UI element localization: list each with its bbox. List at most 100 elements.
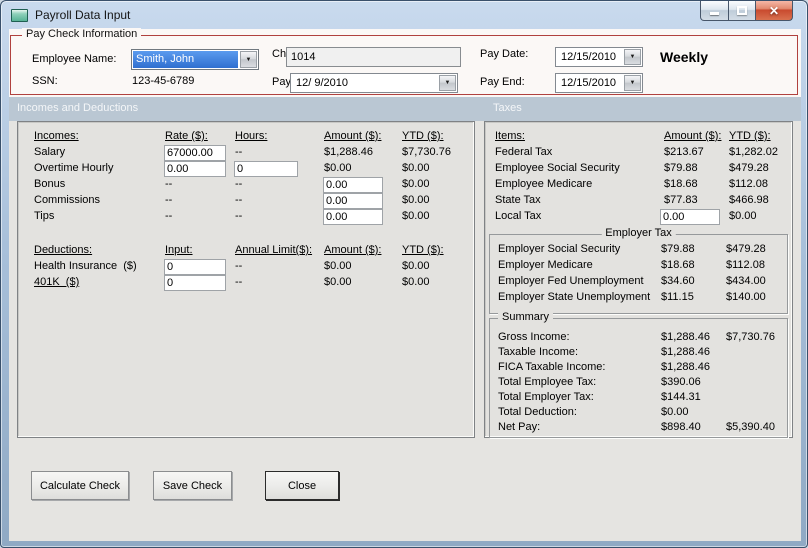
summary-row-taxable-income: Taxable Income: $1,288.46 [490,346,787,362]
maximize-button[interactable] [729,1,756,21]
row-rate: -- [165,194,173,206]
overtime-rate-input[interactable] [164,161,226,177]
items-col-header: Items: [495,130,525,142]
income-row-commissions: Commissions -- -- $0.00 [18,193,474,210]
chevron-down-icon[interactable]: ▼ [240,51,257,68]
check-number-field[interactable] [286,47,461,67]
row-amount: $0.00 [324,276,352,288]
pay-date-picker[interactable]: 12/15/2010 ▼ [555,47,643,67]
row-ytd: $434.00 [726,275,766,287]
401k-input[interactable] [164,275,226,291]
row-label-401k: 401K ($) [34,276,80,288]
save-check-button[interactable]: Save Check [153,471,232,500]
row-rate: -- [165,178,173,190]
row-ytd: $7,730.76 [726,331,775,343]
row-ytd: $0.00 [402,178,430,190]
row-limit: -- [235,260,243,272]
row-ytd: $479.28 [729,162,769,174]
calculate-check-button[interactable]: Calculate Check [31,471,129,500]
pay-end-picker[interactable]: 12/15/2010 ▼ [555,73,643,93]
row-hours: -- [235,178,243,190]
row-label: Employee Medicare [495,178,593,190]
client-area: Pay Check Information Employee Name: Smi… [9,28,801,541]
tax-row-employee-social-security: Employee Social Security $79.88 $479.28 [485,162,792,178]
minimize-button[interactable] [700,1,729,21]
caption-buttons: ✕ [700,1,793,21]
row-label: Total Employer Tax: [498,391,594,403]
row-label: Health Insurance ($) [34,260,137,272]
app-icon [11,9,28,22]
row-label: Employer State Unemployment [498,291,651,303]
row-amount: $34.60 [661,275,695,287]
pay-start-value: 12/ 9/2010 [296,77,348,89]
row-ytd: $0.00 [402,210,430,222]
row-ytd: $0.00 [402,162,430,174]
close-button[interactable]: ✕ [756,1,793,21]
hours-col-header: Hours: [235,130,268,142]
ssn-value: 123-45-6789 [132,75,195,87]
tax-row-state: State Tax $77.83 $466.98 [485,194,792,210]
bonus-amount-input[interactable] [323,177,383,193]
row-label: Employer Social Security [498,243,621,255]
income-row-overtime: Overtime Hourly $0.00 $0.00 [18,161,474,178]
row-label: State Tax [495,194,541,206]
amount-col-header: Amount ($): [324,244,382,256]
row-ytd: $0.00 [402,276,430,288]
row-label: Commissions [34,194,101,206]
overtime-hours-input[interactable] [234,161,298,177]
commissions-amount-input[interactable] [323,193,383,209]
employee-name-combobox[interactable]: Smith, John ▼ [131,49,259,70]
incomes-deductions-panel: Incomes: Rate ($): Hours: Amount ($): YT… [17,121,475,438]
row-ytd: $112.08 [726,259,765,271]
row-ytd: $7,730.76 [402,146,451,158]
row-ytd: $0.00 [402,194,430,206]
pay-frequency-label: Weekly [660,49,708,65]
tips-amount-input[interactable] [323,209,383,225]
summary-row-total-deduction: Total Deduction: $0.00 [490,406,787,422]
income-row-bonus: Bonus -- -- $0.00 [18,177,474,194]
salary-rate-input[interactable] [164,145,226,161]
paycheck-info-groupbox: Pay Check Information Employee Name: Smi… [10,28,798,95]
row-amount: $1,288.46 [661,346,710,358]
tax-row-employer-social-security: Employer Social Security $79.88 $479.28 [490,243,787,259]
pay-end-label: Pay End: [480,76,525,88]
pay-start-picker[interactable]: 12/ 9/2010 ▼ [290,73,458,93]
row-label: FICA Taxable Income: [498,361,606,373]
row-label: Salary [34,146,66,158]
row-amount: $79.88 [661,243,695,255]
row-rate: -- [165,210,173,222]
health-insurance-input[interactable] [164,259,226,275]
row-hours: -- [235,210,243,222]
row-label: Total Employee Tax: [498,376,597,388]
row-amount: $18.68 [664,178,698,190]
amount-col-header: Amount ($): [324,130,382,142]
deduction-row-401k: 401K ($) -- $0.00 $0.00 [18,275,474,292]
employee-name-value: Smith, John [133,51,238,68]
employer-tax-title: Employer Tax [601,227,676,239]
row-label: Employee Social Security [495,162,620,174]
window-title: Payroll Data Input [35,8,131,22]
incomes-header-row: Incomes: Rate ($): Hours: Amount ($): YT… [18,130,474,146]
tax-row-local: Local Tax $0.00 [485,209,792,226]
summary-title: Summary [498,311,554,323]
deductions-header-row: Deductions: Input: Annual Limit($): Amou… [18,244,474,260]
row-amount: $79.88 [664,162,698,174]
chevron-down-icon[interactable]: ▼ [624,49,641,65]
row-amount: $1,288.46 [324,146,373,158]
income-row-salary: Salary -- $1,288.46 $7,730.76 [18,145,474,162]
row-amount: $0.00 [661,406,689,418]
deduction-row-health-insurance: Health Insurance ($) -- $0.00 $0.00 [18,259,474,276]
ytd-col-header: YTD ($): [402,130,444,142]
chevron-down-icon[interactable]: ▼ [624,75,641,91]
row-hours: -- [235,194,243,206]
row-label: Tips [34,210,55,222]
incomes-col-header: Incomes: [34,130,79,142]
row-amount: $1,288.46 [661,361,710,373]
close-check-button[interactable]: Close [265,471,339,500]
summary-row-gross-income: Gross Income: $1,288.46 $7,730.76 [490,331,787,347]
row-label: Overtime Hourly [34,162,114,174]
income-row-tips: Tips -- -- $0.00 [18,209,474,226]
row-label: Federal Tax [495,146,553,158]
chevron-down-icon[interactable]: ▼ [439,75,456,91]
local-tax-input[interactable] [660,209,720,225]
